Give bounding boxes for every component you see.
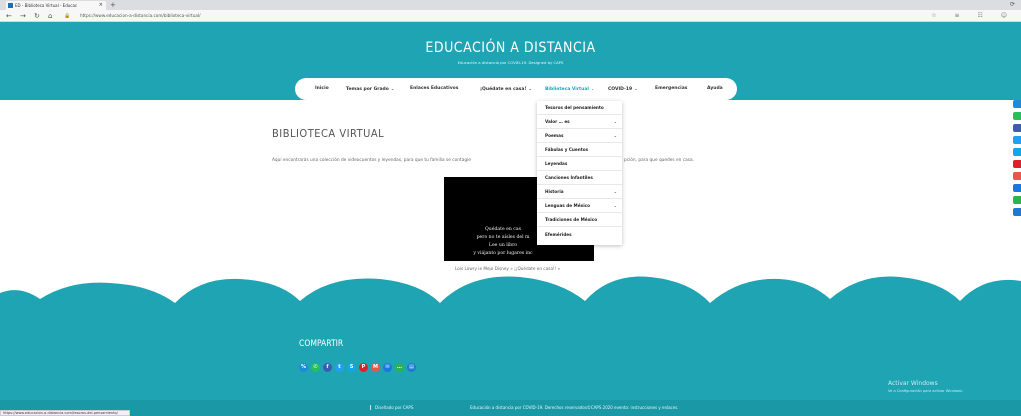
dropdown-item-leyendas[interactable]: Leyendas (545, 159, 617, 169)
dropdown-divider (537, 198, 622, 199)
chevron-down-icon: ⌄ (613, 119, 617, 124)
facebook-icon[interactable]: f (323, 363, 332, 372)
site-title[interactable]: EDUCACIÓN A DISTANCIA (0, 40, 1021, 56)
dropdown-item-fabulas[interactable]: Fábulas y Cuentos (545, 145, 617, 155)
email-icon[interactable] (1013, 184, 1021, 192)
dropdown-divider (537, 226, 622, 227)
whatsapp-icon[interactable] (1013, 112, 1021, 120)
activate-title: Activar Windows (888, 380, 938, 387)
nav-item-covid-19[interactable]: COVID-19 ⌄ (608, 78, 637, 100)
tab-title: ED - Biblioteca Virtual - Educac (15, 3, 78, 8)
chevron-down-icon: ⌄ (590, 86, 595, 91)
windows-activation-watermark: Activar Windows Ve a Configuración para … (888, 380, 963, 393)
chevron-down-icon: ⌄ (634, 86, 638, 91)
dropdown-item-tesoros[interactable]: Tesoros del pensamiento (545, 103, 617, 113)
message-icon[interactable]: … (395, 363, 404, 372)
print-icon[interactable] (1013, 208, 1021, 216)
biblioteca-dropdown-menu: Tesoros del pensamiento Valor … es ⌄ Poem… (537, 101, 622, 245)
new-tab-button[interactable]: + (110, 1, 116, 9)
message-icon[interactable] (1013, 196, 1021, 204)
dropdown-item-valor[interactable]: Valor … es ⌄ (545, 117, 617, 127)
dropdown-divider (537, 212, 622, 213)
pinterest-icon[interactable]: P (359, 363, 368, 372)
nav-item-biblioteca-virtual[interactable]: Biblioteca Virtual ⌄ (545, 78, 594, 100)
dropdown-item-tradiciones[interactable]: Tradiciones de México (545, 215, 617, 225)
dropdown-divider (537, 128, 622, 129)
nav-item-inicio[interactable]: Inicio (315, 78, 329, 100)
lock-icon: 🔒 (64, 13, 71, 19)
dropdown-item-lenguas[interactable]: Lenguas de México ⌄ (545, 201, 617, 211)
dropdown-item-canciones[interactable]: Canciones Infantiles (545, 173, 617, 183)
gmail-icon[interactable] (1013, 172, 1021, 180)
gmail-icon[interactable]: M (371, 363, 380, 372)
back-icon[interactable]: ← (6, 11, 12, 21)
pinterest-icon[interactable] (1013, 160, 1021, 168)
dropdown-item-historia[interactable]: Historia ⌄ (545, 187, 617, 197)
skype-icon[interactable]: S (347, 363, 356, 372)
chevron-down-icon: ⌄ (613, 189, 617, 194)
main-nav: Inicio Temas por Grado ⌄ Enlaces Educativ… (295, 78, 737, 100)
refresh-icon-window[interactable]: ⟳ (1010, 1, 1015, 8)
browser-tab-bar: ED - Biblioteca Virtual - Educac × + ⟳ (0, 0, 1021, 10)
dropdown-item-poemas[interactable]: Poemas ⌄ (545, 131, 617, 141)
dropdown-divider (537, 114, 622, 115)
email-icon[interactable]: ✉ (383, 363, 392, 372)
status-bar-url: https://www.educacion-a-distancia.com/te… (0, 410, 130, 416)
intro-text-end: pción, para que quedes en casa. (624, 158, 694, 163)
nav-item-ayuda[interactable]: Ayuda (707, 78, 723, 100)
twitter-icon[interactable] (1013, 136, 1021, 144)
print-icon[interactable]: ▤ (407, 363, 416, 372)
chevron-down-icon: ⌄ (613, 203, 617, 208)
favicon-icon (8, 3, 13, 8)
chevron-down-icon: ⌄ (613, 133, 617, 138)
dropdown-divider (537, 184, 622, 185)
nav-item-enlaces-educativos[interactable]: Enlaces Educativos (410, 78, 458, 100)
intro-text: Aquí encontrarás una colección de videoc… (272, 158, 471, 163)
footer-credit[interactable]: Diseñado por CAPS (370, 405, 413, 410)
facebook-icon[interactable] (1013, 124, 1021, 132)
twitter-icon[interactable]: t (335, 363, 344, 372)
reload-icon[interactable]: ↻ (34, 11, 40, 21)
nav-item-quedate-en-casa[interactable]: ¡Quédate en casa! ⌄ (480, 78, 532, 100)
dropdown-item-efemerides[interactable]: Efemérides (545, 230, 617, 240)
site-subtitle: Educación a distancia por COVID-19. Desi… (457, 60, 564, 65)
nav-item-emergencias[interactable]: Emergencias (655, 78, 687, 100)
whatsapp-icon[interactable]: ✆ (311, 363, 320, 372)
dropdown-divider (537, 156, 622, 157)
chevron-down-icon: ⌄ (528, 86, 532, 91)
browser-toolbar-icons[interactable]: ☆ ≡ ☷ ☺ (931, 11, 1015, 21)
url-input[interactable]: https://www.educacion-a-distancia.com/bi… (80, 12, 680, 20)
home-icon[interactable]: ⌂ (48, 11, 52, 21)
footer-copyright: Educación a distancia por COVID-19. Dere… (470, 405, 679, 410)
link-icon[interactable] (1013, 100, 1021, 108)
skype-icon[interactable] (1013, 148, 1021, 156)
page-title: BIBLIOTECA VIRTUAL (272, 127, 385, 140)
activate-subtitle: Ve a Configuración para activar Windows. (888, 389, 963, 393)
address-bar: ← → ↻ ⌂ 🔒 https://www.educacion-a-distan… (0, 10, 1021, 22)
share-title: COMPARTIR (299, 339, 344, 349)
chevron-down-icon: ⌄ (390, 86, 395, 91)
dropdown-divider (537, 170, 622, 171)
close-tab-icon[interactable]: × (99, 1, 103, 10)
nav-item-temas-por-grado[interactable]: Temas por Grado ⌄ (346, 78, 394, 100)
dropdown-divider (537, 142, 622, 143)
browser-tab[interactable]: ED - Biblioteca Virtual - Educac × (6, 1, 106, 10)
link-icon[interactable]: % (299, 363, 308, 372)
forward-icon[interactable]: → (20, 11, 26, 21)
